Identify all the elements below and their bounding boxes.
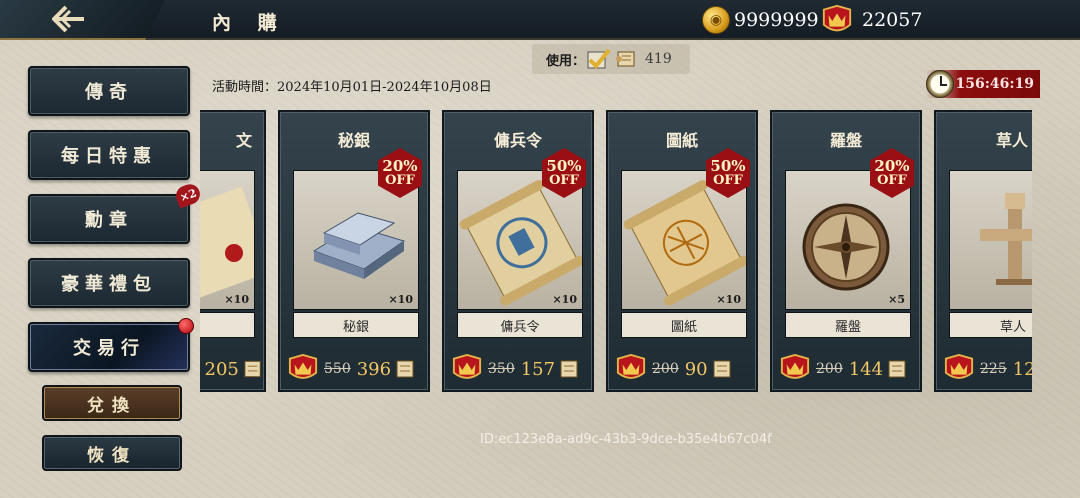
item-card[interactable]: 傭兵令 ×10 傭兵令 50% OFF 350 157 [442, 110, 594, 392]
item-quantity: ×10 [552, 293, 577, 306]
old-price: 200 [652, 361, 679, 377]
item-carousel[interactable]: 文 ×10 205 秘銀 ×10 秘銀 20% OFF 550 396 傭兵令 … [200, 110, 1032, 394]
item-title: 傭兵令 [493, 131, 542, 150]
notification-dot [178, 318, 194, 334]
coupon-scroll-icon [560, 360, 578, 378]
item-image [949, 170, 1032, 310]
player-id: ID:ec123e8a-ad9c-43b3-9dce-b35e4b67c04f [480, 432, 772, 447]
price-bar[interactable]: 225 12 [942, 354, 1032, 384]
crown-currency-icon [288, 354, 318, 379]
use-label: 使用： [546, 53, 586, 69]
coupon-scroll-icon [616, 51, 635, 67]
coupon-count: 419 [645, 51, 672, 67]
item-title: 圖紙 [665, 131, 698, 150]
restore-button[interactable]: 恢復 [42, 435, 182, 471]
coupon-scroll-icon [244, 360, 261, 378]
item-title: 羅盤 [829, 131, 862, 150]
exchange-button[interactable]: 兌換 [42, 385, 182, 421]
new-price: 396 [356, 358, 392, 380]
crown-currency-icon [944, 354, 974, 379]
item-card[interactable]: 秘銀 ×10 秘銀 20% OFF 550 396 [278, 110, 430, 392]
old-price: 200 [816, 361, 843, 377]
item-label: 草人 [949, 312, 1032, 338]
coupon-scroll-icon [396, 360, 414, 378]
old-price: 550 [324, 361, 351, 377]
scroll-letter-icon [200, 186, 254, 302]
item-card[interactable]: 草人 草人 225 12 [934, 110, 1032, 392]
price-bar[interactable]: 550 396 [286, 354, 426, 384]
item-quantity: ×5 [888, 293, 905, 306]
checkmark-icon[interactable] [587, 48, 611, 70]
back-button[interactable] [0, 0, 165, 40]
sidebar-item-legend[interactable]: 傳奇 [28, 66, 190, 116]
item-title: 文 [235, 131, 252, 150]
back-arrow-icon [52, 5, 84, 33]
new-price: 12 [1012, 358, 1032, 380]
event-period: 活動時間：2024年10月01日-2024年10月08日 [212, 80, 492, 95]
new-price: 157 [520, 358, 556, 380]
item-label: 圖紙 [621, 312, 747, 338]
item-label: 傭兵令 [457, 312, 583, 338]
sidebar-item-trading-post[interactable]: 交易行 [28, 322, 190, 372]
gold-amount: 9999999 [734, 9, 819, 31]
sidebar-item-deluxe-packs[interactable]: 豪華禮包 [28, 258, 190, 308]
crown-currency-icon [780, 354, 810, 379]
item-card[interactable]: 文 ×10 205 [200, 110, 266, 392]
item-label: 羅盤 [785, 312, 911, 338]
top-bar: 內 購 ◉ 9999999 22057 [0, 0, 1080, 40]
item-quantity: ×10 [388, 293, 413, 306]
crown-currency-icon [616, 354, 646, 379]
coupon-scroll-icon [888, 360, 906, 378]
item-card[interactable]: 羅盤 ×5 羅盤 20% OFF 200 144 [770, 110, 922, 392]
crown-currency-icon [822, 4, 852, 32]
item-quantity: ×10 [224, 293, 249, 306]
gold-counter: ◉ 9999999 [702, 3, 819, 37]
training-dummy-icon [980, 193, 1032, 285]
new-price: 205 [204, 358, 239, 380]
item-card[interactable]: 圖紙 ×10 圖紙 50% OFF 200 90 [606, 110, 758, 392]
price-bar[interactable]: 350 157 [450, 354, 590, 384]
use-toggle-bar[interactable]: 使用： 419 [532, 44, 690, 74]
clock-icon [926, 70, 954, 98]
crown-currency-icon [452, 354, 482, 379]
item-label: 秘銀 [293, 312, 419, 338]
double-badge: ×2 [173, 181, 203, 209]
price-bar[interactable]: 205 [200, 354, 262, 384]
old-price: 350 [488, 361, 515, 377]
crown-amount: 22057 [862, 9, 923, 31]
new-price: 90 [684, 358, 708, 380]
item-title: 秘銀 [337, 131, 370, 150]
price-bar[interactable]: 200 90 [614, 354, 754, 384]
old-price: 225 [980, 361, 1007, 377]
page-title: 內 購 [212, 12, 287, 34]
item-quantity: ×10 [716, 293, 741, 306]
sidebar-item-daily-deals[interactable]: 每日特惠 [28, 130, 190, 180]
new-price: 144 [848, 358, 884, 380]
crown-counter: 22057 [820, 3, 922, 37]
coupon-scroll-icon [713, 360, 731, 378]
item-label [200, 312, 255, 338]
gold-coin-icon: ◉ [702, 6, 730, 34]
price-bar[interactable]: 200 144 [778, 354, 918, 384]
item-title: 草人 [996, 131, 1029, 150]
sidebar-item-medals[interactable]: 勳章 [28, 194, 190, 244]
item-image [200, 170, 255, 310]
